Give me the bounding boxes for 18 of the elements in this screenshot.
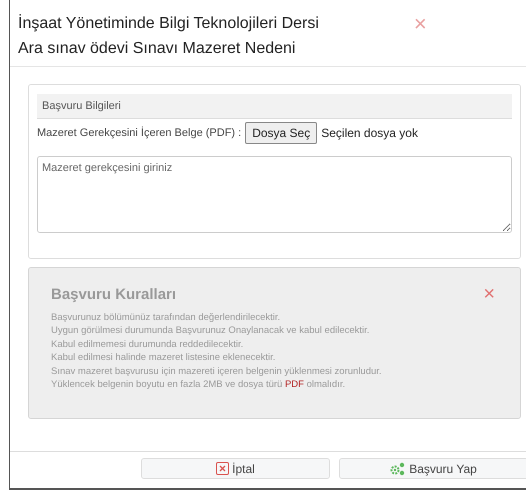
dialog-title: İnşaat Yönetiminde Bilgi Teknolojileri Dersi <box>18 13 319 34</box>
rule-text: Kabul edilmesi halinde mazeret listesine eklenecektir. <box>51 351 276 364</box>
rules-title: Başvuru Kuralları <box>51 285 176 305</box>
close-icon <box>216 462 230 475</box>
rule-text: Sınav mazeret başvurusu için mazereti içeren belgenin yüklenmesi zorunludur. <box>51 364 383 378</box>
rule-text: Yüklencek belgenin boyutu en fazla 2MB ve dosya türü PDF olmalıdır. <box>51 378 346 392</box>
file-label: Mazeret Gerekçesini İçeren Belge (PDF) : <box>37 126 242 141</box>
dialog-title: Ara sınav ödevi Sınavı Mazeret Nedeni <box>18 39 296 59</box>
file-choose-button[interactable]: Dosya Seç <box>245 122 318 144</box>
submit-button[interactable]: Başvuru Yap <box>339 458 526 479</box>
panel-header: Başvuru Bilgileri <box>37 94 512 119</box>
reason-field[interactable]: Mazeret gerekçesini giriniz <box>37 156 512 233</box>
gears-icon <box>390 462 406 476</box>
rule-text: Kabul edilmemesi durumunda reddedilecektir. <box>51 338 244 351</box>
rule-text: Başvurunuz bölümünüz tarafından değerlendirilecektir. <box>51 310 282 324</box>
rule-text: Uygun görülmesi durumunda Başvurunuz Onaylanacak ve kabul edilecektir. <box>51 324 370 338</box>
file-status: Seçilen dosya yok <box>321 125 418 142</box>
cancel-button[interactable]: İptal <box>141 458 330 479</box>
